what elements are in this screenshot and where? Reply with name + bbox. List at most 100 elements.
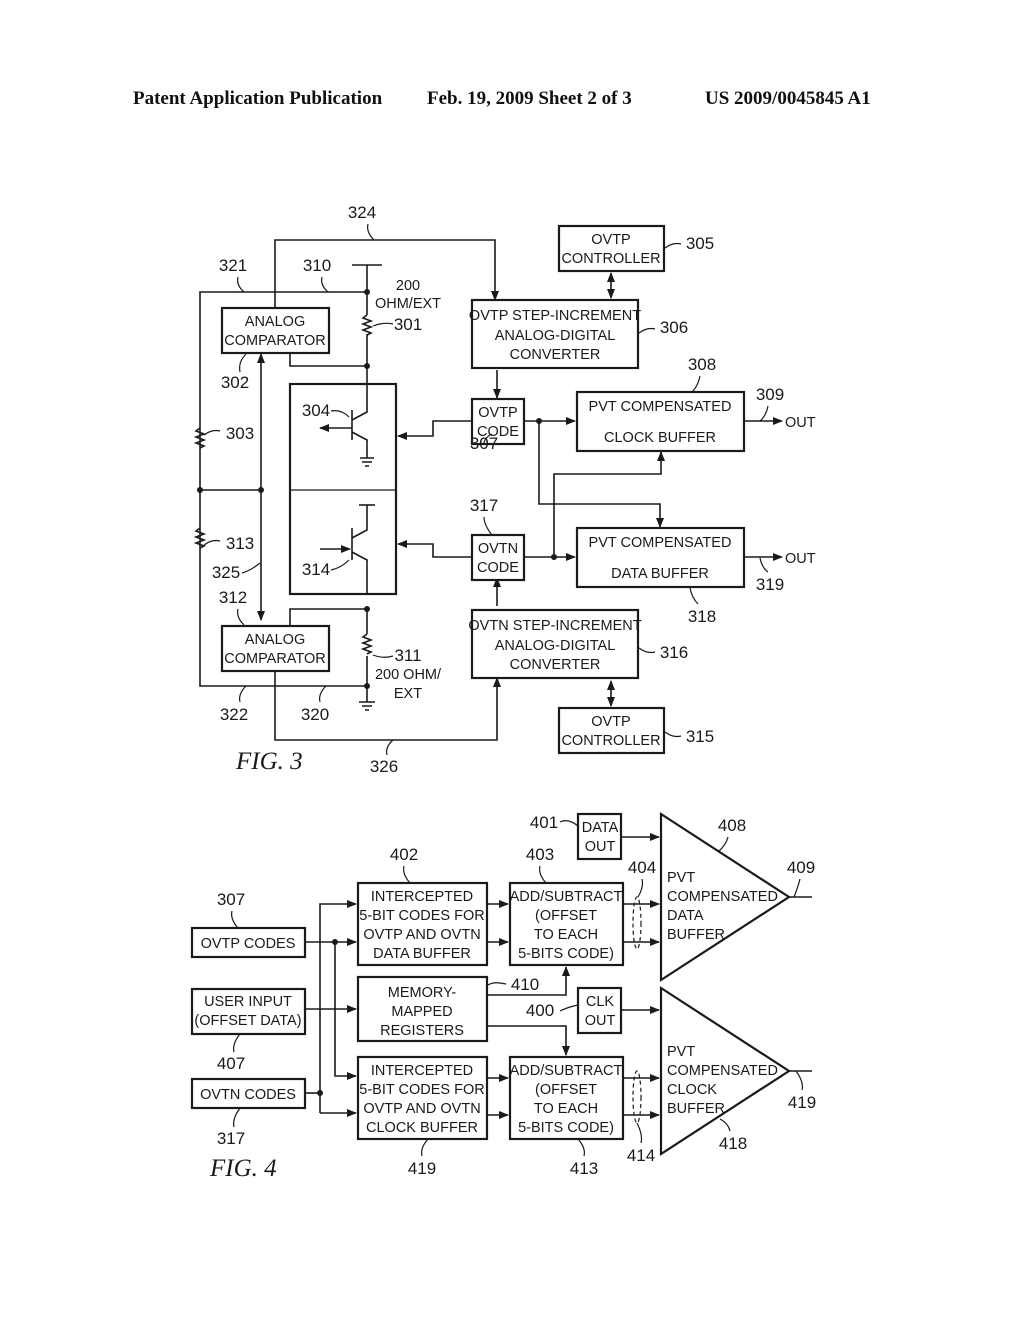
ref-413: 413 xyxy=(570,1159,598,1178)
ref-408: 408 xyxy=(718,816,746,835)
output-label-data: OUT xyxy=(785,551,816,567)
label: PVT xyxy=(667,1044,695,1060)
ref-305: 305 xyxy=(686,234,714,253)
label: USER INPUT xyxy=(204,994,292,1010)
label: COMPENSATED xyxy=(667,1063,778,1079)
ref-400: 400 xyxy=(526,1001,554,1020)
ref-309: 309 xyxy=(756,385,784,404)
label: CONTROLLER xyxy=(561,733,660,749)
ref-314: 314 xyxy=(302,560,330,579)
label: ANALOG xyxy=(245,314,305,330)
ground-icon xyxy=(359,701,375,711)
label: 5-BIT CODES FOR xyxy=(359,1082,484,1098)
ref-418: 418 xyxy=(719,1134,747,1153)
ovtp-controller-315: OVTP CONTROLLER xyxy=(557,706,666,755)
ref-310: 310 xyxy=(303,256,331,275)
label: CLOCK BUFFER xyxy=(366,1120,478,1136)
label: OVTN xyxy=(478,541,518,557)
label: CONVERTER xyxy=(510,347,601,363)
label: DATA xyxy=(582,820,619,836)
user-input-box: USER INPUT (OFFSET DATA) xyxy=(190,987,307,1036)
intercepted-data-box: INTERCEPTED 5-BIT CODES FOR OVTP AND OVT… xyxy=(356,881,489,967)
ref-317: 317 xyxy=(470,496,498,515)
label: REGISTERS xyxy=(380,1023,464,1039)
label: (OFFSET DATA) xyxy=(194,1013,301,1029)
ref-414: 414 xyxy=(627,1146,655,1165)
label: PVT COMPENSATED xyxy=(589,399,732,415)
memory-mapped-registers-box: MEMORY- MAPPED REGISTERS xyxy=(356,975,489,1043)
label: (OFFSET xyxy=(535,1082,597,1098)
label: COMPENSATED xyxy=(667,889,778,905)
label: DATA BUFFER xyxy=(373,946,471,962)
ref-419-intercepted: 419 xyxy=(408,1159,436,1178)
ref-315: 315 xyxy=(686,727,714,746)
clk-out-box: CLK OUT xyxy=(576,986,623,1035)
ref-320: 320 xyxy=(301,705,329,724)
ref-407: 407 xyxy=(217,1054,245,1073)
resistor-311-value: EXT xyxy=(394,686,422,702)
ref-322: 322 xyxy=(220,705,248,724)
ref-304: 304 xyxy=(302,401,330,420)
ref-302: 302 xyxy=(221,373,249,392)
label: INTERCEPTED xyxy=(371,1063,473,1079)
label: CONTROLLER xyxy=(561,251,660,267)
ref-403: 403 xyxy=(526,845,554,864)
resistor-301-value: 200 xyxy=(396,278,420,294)
clock-buffer-308: PVT COMPENSATED CLOCK BUFFER xyxy=(575,390,746,453)
label: COMPARATOR xyxy=(224,333,326,349)
label: TO EACH xyxy=(534,927,598,943)
label: CLOCK BUFFER xyxy=(604,430,716,446)
resistor-311-value: 200 OHM/ xyxy=(375,667,442,683)
label: CLK xyxy=(586,994,615,1010)
label: TO EACH xyxy=(534,1101,598,1117)
label: CODE xyxy=(477,560,519,576)
fig3-caption: FIG. 3 xyxy=(235,748,303,775)
resistor-301-value: OHM/EXT xyxy=(375,296,441,312)
ref-318: 318 xyxy=(688,607,716,626)
ref-303: 303 xyxy=(226,424,254,443)
ovtp-adc-306: OVTP STEP-INCREMENT ANALOG-DIGITAL CONVE… xyxy=(469,298,641,370)
ref-326: 326 xyxy=(370,757,398,776)
pvt-clock-buffer-triangle: PVT COMPENSATED CLOCK BUFFER xyxy=(659,985,792,1157)
label: (OFFSET xyxy=(535,908,597,924)
label: MEMORY- xyxy=(388,985,457,1001)
label: OVTP AND OVTN xyxy=(363,927,480,943)
ref-404: 404 xyxy=(628,858,656,877)
ovtn-adc-316: OVTN STEP-INCREMENT ANALOG-DIGITAL CONVE… xyxy=(468,608,642,680)
pvt-data-buffer-triangle: PVT COMPENSATED DATA BUFFER xyxy=(659,811,792,983)
fig3: ANALOG COMPARATOR ANALOG COMPARATOR OVTP… xyxy=(193,203,816,776)
ref-321: 321 xyxy=(219,256,247,275)
ovtn-codes-box: OVTN CODES xyxy=(190,1077,307,1110)
label: COMPARATOR xyxy=(224,651,326,667)
output-label-clock: OUT xyxy=(785,415,816,431)
label: OVTN STEP-INCREMENT xyxy=(468,618,641,634)
label: OVTP CODES xyxy=(201,936,296,952)
patent-drawing: ANALOG COMPARATOR ANALOG COMPARATOR OVTP… xyxy=(190,203,816,1182)
label: OUT xyxy=(585,1013,616,1029)
label: 5-BIT CODES FOR xyxy=(359,908,484,924)
label: ANALOG-DIGITAL xyxy=(495,638,616,654)
label: 5-BITS CODE) xyxy=(518,1120,614,1136)
label: CLOCK xyxy=(667,1082,717,1098)
label: OVTP xyxy=(478,405,517,421)
ref-316: 316 xyxy=(660,643,688,662)
ref-308: 308 xyxy=(688,355,716,374)
label: DATA BUFFER xyxy=(611,566,709,582)
label: OVTN CODES xyxy=(200,1087,296,1103)
ref-402: 402 xyxy=(390,845,418,864)
fig4: OVTP CODES USER INPUT (OFFSET DATA) OVTN… xyxy=(190,811,816,1182)
data-buffer-318: PVT COMPENSATED DATA BUFFER xyxy=(575,526,746,589)
label: ANALOG-DIGITAL xyxy=(495,328,616,344)
label: MAPPED xyxy=(391,1004,452,1020)
ref-317: 317 xyxy=(217,1129,245,1148)
ref-409: 409 xyxy=(787,858,815,877)
analog-comparator-312: ANALOG COMPARATOR xyxy=(220,624,331,673)
label: OVTP AND OVTN xyxy=(363,1101,480,1117)
label: INTERCEPTED xyxy=(371,889,473,905)
ref-301: 301 xyxy=(394,315,422,334)
ref-306: 306 xyxy=(660,318,688,337)
data-out-box: DATA OUT xyxy=(576,812,623,861)
analog-comparator-302: ANALOG COMPARATOR xyxy=(220,306,331,355)
label: CONVERTER xyxy=(510,657,601,673)
intercepted-clock-box: INTERCEPTED 5-BIT CODES FOR OVTP AND OVT… xyxy=(356,1055,489,1141)
